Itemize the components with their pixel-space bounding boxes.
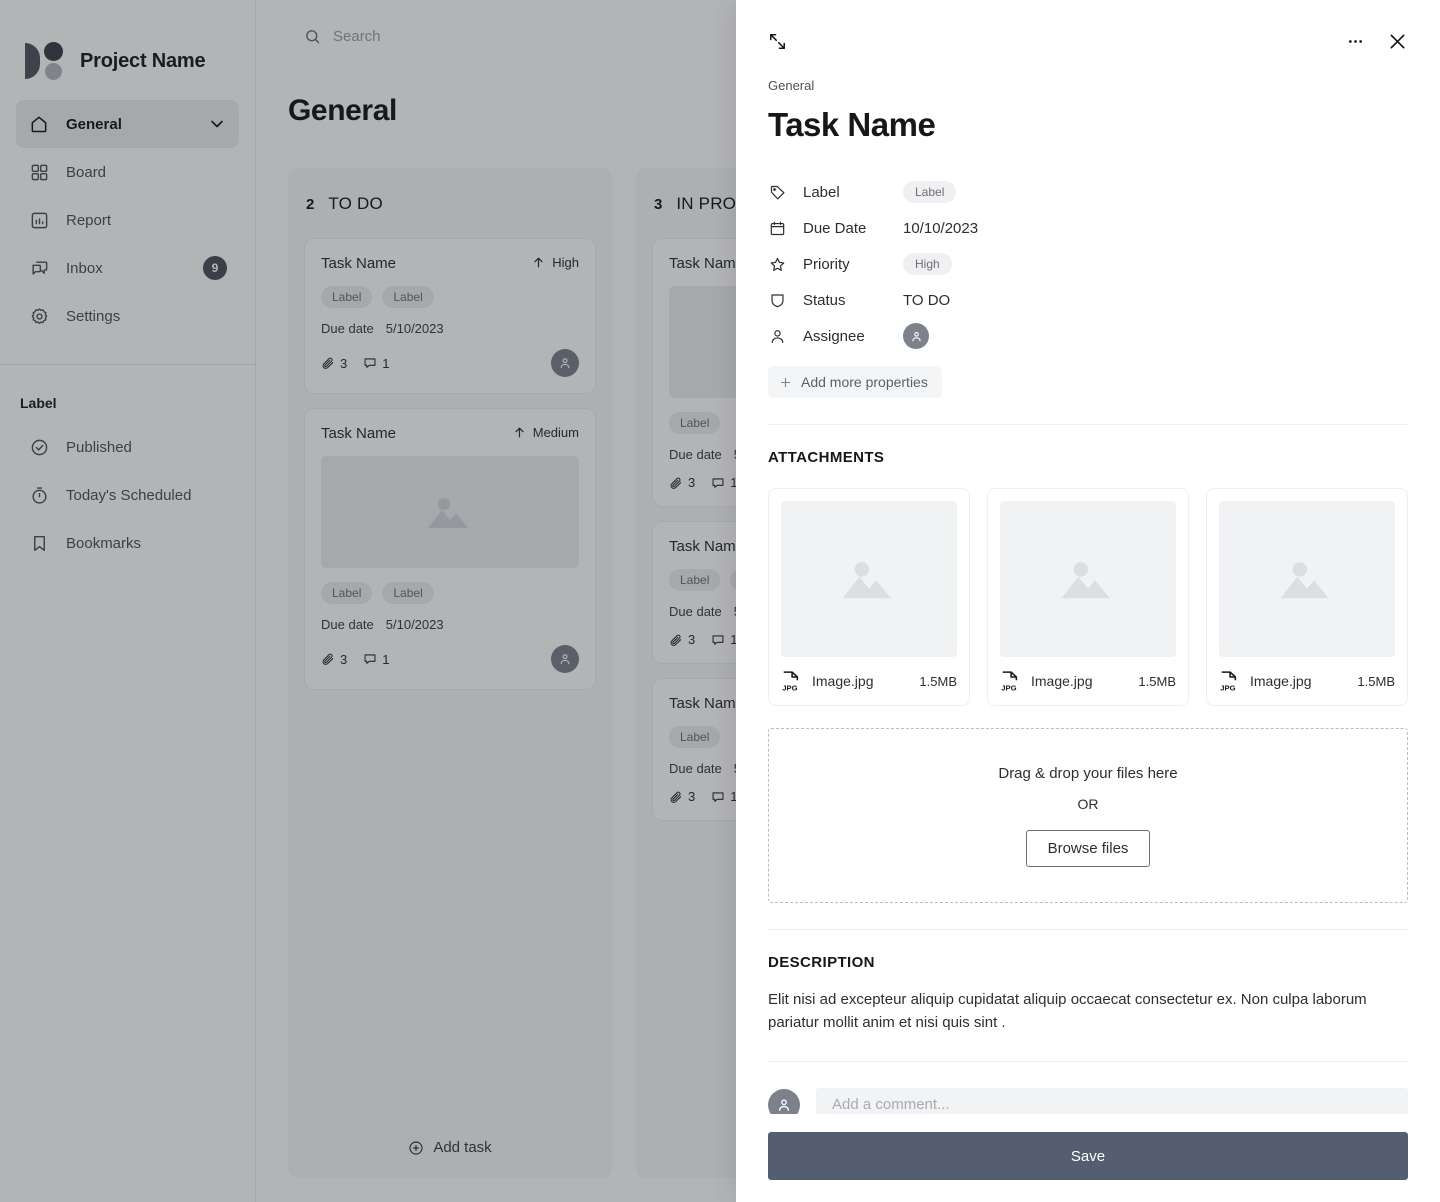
attachment-footer: JPG Image.jpg 1.5MB [1000, 657, 1176, 705]
tag-icon [768, 183, 786, 201]
user-icon [768, 327, 786, 345]
property-key: Status [803, 291, 846, 309]
property-row-status[interactable]: Status TO DO [768, 282, 1408, 318]
properties-list: Label Label Due Date 10/10/2023 Priority… [768, 174, 1408, 398]
attachment-card[interactable]: JPG Image.jpg 1.5MB [1206, 488, 1408, 706]
section-divider [768, 929, 1408, 930]
close-icon[interactable] [1387, 31, 1408, 52]
file-dropzone[interactable]: Drag & drop your files here OR Browse fi… [768, 728, 1408, 903]
star-icon [768, 255, 786, 273]
attachment-footer: JPG Image.jpg 1.5MB [781, 657, 957, 705]
status-value[interactable]: TO DO [903, 292, 950, 309]
property-row-label[interactable]: Label Label [768, 174, 1408, 210]
attachment-name: Image.jpg [1031, 673, 1093, 689]
attachment-name: Image.jpg [1250, 673, 1312, 689]
section-divider [768, 424, 1408, 425]
property-row-assignee[interactable]: Assignee [768, 318, 1408, 354]
attachment-size: 1.5MB [1138, 673, 1176, 689]
calendar-icon [768, 219, 786, 237]
due-date-value[interactable]: 10/10/2023 [903, 220, 978, 237]
property-key: Priority [803, 255, 850, 273]
plus-icon [779, 376, 792, 389]
property-key: Assignee [803, 327, 865, 345]
property-row-priority[interactable]: Priority High [768, 246, 1408, 282]
app-root: Project Name General Board Report Inbox … [0, 0, 1440, 1202]
dropzone-text: Drag & drop your files here [998, 764, 1178, 782]
attachments-grid: JPG Image.jpg 1.5MB JPG Image.jpg 1.5MB … [768, 488, 1408, 706]
label-chip[interactable]: Label [903, 181, 957, 203]
comment-composer: Add a comment... [768, 1087, 1408, 1114]
property-row-due-date[interactable]: Due Date 10/10/2023 [768, 210, 1408, 246]
attachment-size: 1.5MB [1357, 673, 1395, 689]
dropzone-or: OR [1077, 795, 1099, 812]
comment-placeholder: Add a comment... [832, 1096, 950, 1114]
save-button[interactable]: Save [768, 1132, 1408, 1180]
attachments-title: ATTACHMENTS [768, 449, 885, 466]
panel-body: General Task Name Label Label Due Date 1… [736, 0, 1440, 1114]
panel-footer: Save [736, 1114, 1440, 1202]
breadcrumb[interactable]: General [768, 78, 1408, 93]
attachment-thumbnail [1219, 501, 1395, 657]
expand-arrows-icon[interactable] [768, 32, 787, 51]
svg-text:JPG: JPG [1220, 683, 1235, 692]
more-horizontal-icon[interactable] [1346, 32, 1365, 51]
jpg-file-icon: JPG [1000, 670, 1020, 692]
attachment-thumbnail [781, 501, 957, 657]
priority-chip[interactable]: High [903, 253, 952, 275]
panel-toolbar [768, 24, 1408, 58]
section-divider [768, 1060, 1408, 1062]
attachment-card[interactable]: JPG Image.jpg 1.5MB [768, 488, 970, 706]
avatar [768, 1088, 800, 1114]
svg-text:JPG: JPG [1001, 683, 1016, 692]
comment-input[interactable]: Add a comment... [816, 1087, 1408, 1114]
attachment-footer: JPG Image.jpg 1.5MB [1219, 657, 1395, 705]
attachment-card[interactable]: JPG Image.jpg 1.5MB [987, 488, 1189, 706]
description-title: DESCRIPTION [768, 954, 875, 971]
browse-files-button[interactable]: Browse files [1025, 829, 1151, 867]
page-title: Task Name [768, 106, 936, 143]
jpg-file-icon: JPG [1219, 670, 1239, 692]
attachment-name: Image.jpg [812, 673, 874, 689]
add-more-properties-button[interactable]: Add more properties [768, 366, 942, 398]
description-text: Elit nisi ad excepteur aliquip cupidatat… [768, 991, 1367, 1031]
property-key: Due Date [803, 219, 867, 237]
assignee-avatar[interactable] [903, 323, 929, 349]
add-more-properties-label: Add more properties [801, 374, 928, 390]
attachment-thumbnail [1000, 501, 1176, 657]
task-detail-panel: General Task Name Label Label Due Date 1… [736, 0, 1440, 1202]
shield-icon [768, 291, 786, 309]
svg-text:JPG: JPG [782, 683, 797, 692]
attachment-size: 1.5MB [919, 673, 957, 689]
property-key: Label [803, 183, 840, 201]
jpg-file-icon: JPG [781, 670, 801, 692]
